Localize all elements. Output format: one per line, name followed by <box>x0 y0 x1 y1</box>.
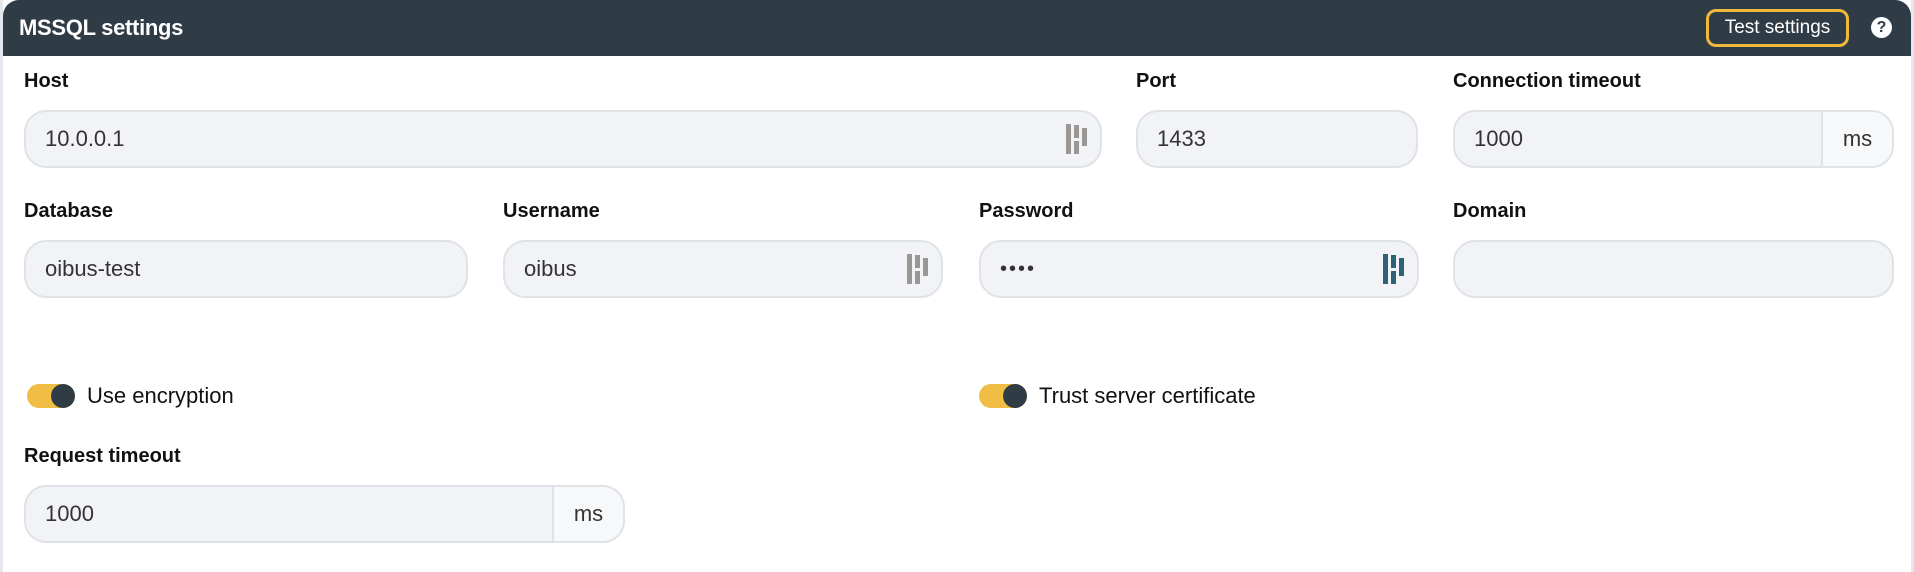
connection-timeout-input[interactable] <box>1455 112 1821 166</box>
username-input[interactable] <box>505 242 907 296</box>
connection-timeout-label: Connection timeout <box>1453 70 1641 92</box>
port-input[interactable] <box>1138 112 1416 166</box>
use-encryption-toggle[interactable] <box>27 384 75 408</box>
mssql-settings-card: MSSQL settings Test settings ? Host Port… <box>0 0 1914 572</box>
test-settings-button[interactable]: Test settings <box>1706 9 1849 47</box>
host-input[interactable] <box>26 112 1066 166</box>
username-field <box>503 240 943 298</box>
database-label: Database <box>24 200 113 222</box>
request-timeout-field: ms <box>24 485 625 543</box>
password-input[interactable] <box>981 242 1383 296</box>
trust-server-certificate-label: Trust server certificate <box>1039 383 1256 408</box>
connection-timeout-field: ms <box>1453 110 1894 168</box>
domain-label: Domain <box>1453 200 1527 222</box>
request-timeout-unit: ms <box>552 487 623 541</box>
port-field <box>1136 110 1418 168</box>
request-timeout-input[interactable] <box>26 487 552 541</box>
card-title: MSSQL settings <box>19 15 184 40</box>
port-label: Port <box>1136 70 1176 92</box>
password-manager-icon[interactable] <box>1383 254 1405 284</box>
password-manager-icon[interactable] <box>907 254 929 284</box>
card-header: MSSQL settings Test settings ? <box>3 0 1911 56</box>
password-field <box>979 240 1419 298</box>
host-field <box>24 110 1102 168</box>
host-label: Host <box>24 70 69 92</box>
use-encryption-toggle-row[interactable]: Use encryption <box>27 383 234 409</box>
password-manager-icon[interactable] <box>1066 124 1088 154</box>
database-field <box>24 240 468 298</box>
domain-input[interactable] <box>1455 242 1892 296</box>
password-label: Password <box>979 200 1074 222</box>
use-encryption-label: Use encryption <box>87 383 234 408</box>
username-label: Username <box>503 200 600 222</box>
request-timeout-label: Request timeout <box>24 445 181 467</box>
trust-server-certificate-toggle-row[interactable]: Trust server certificate <box>979 383 1256 409</box>
database-input[interactable] <box>26 242 466 296</box>
connection-timeout-unit: ms <box>1821 112 1892 166</box>
domain-field <box>1453 240 1894 298</box>
trust-server-certificate-toggle[interactable] <box>979 384 1027 408</box>
question-circle-icon[interactable]: ? <box>1871 17 1892 38</box>
